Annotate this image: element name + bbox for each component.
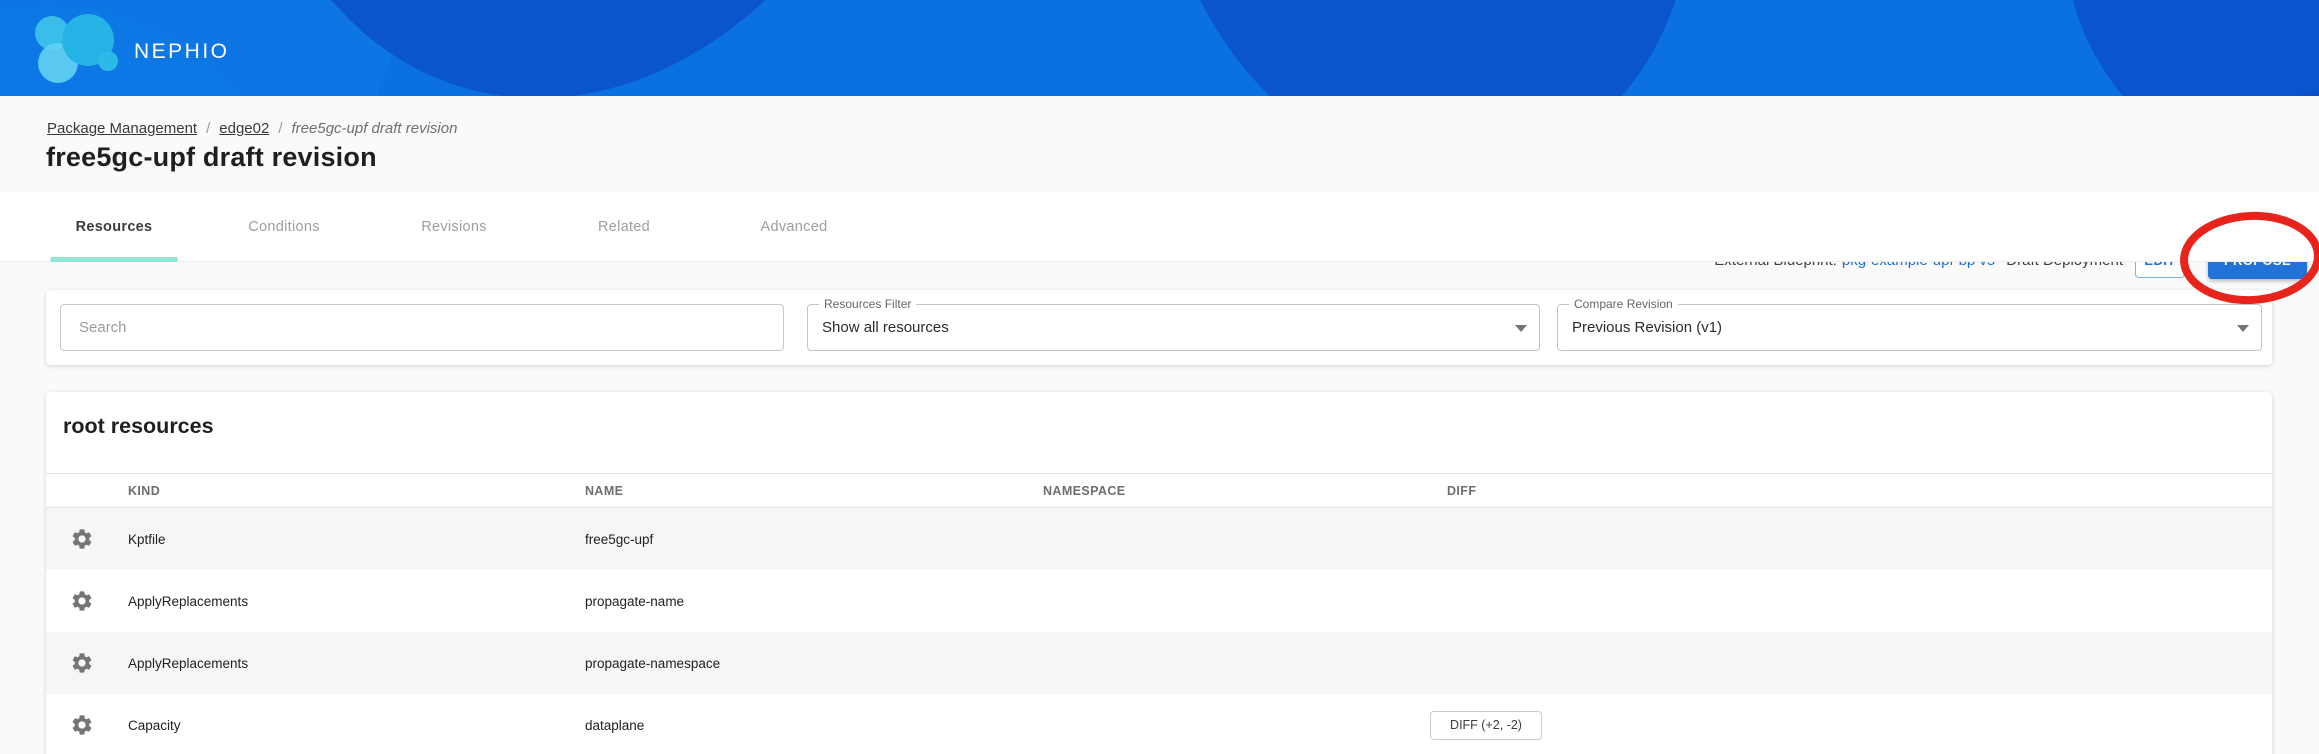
title-section: Package Management / edge02 / free5gc-upf dr… <box>0 96 2319 192</box>
tab-label: Conditions <box>248 219 320 235</box>
breadcrumb-current: free5gc-upf draft revision <box>292 120 458 137</box>
logo-bubbles-icon <box>35 14 118 83</box>
tab-resources[interactable]: Resources <box>29 192 199 262</box>
column-header-namespace: NAMESPACE <box>1043 484 1430 498</box>
resource-icon-cell <box>46 713 128 737</box>
compare-revision-label: Compare Revision <box>1569 297 1678 311</box>
resources-table-card: root resources KINDNAMENAMESPACEDIFF Kpt… <box>46 392 2272 754</box>
resources-filter-value: Show all resources <box>822 319 949 336</box>
nephio-logo[interactable]: NEPHIO <box>28 12 268 84</box>
app-header: NEPHIO <box>0 0 2319 96</box>
chevron-down-icon <box>1515 325 1527 332</box>
table-row[interactable]: Capacitydataplane DIFF (+2, -2) <box>46 694 2272 754</box>
breadcrumb-link[interactable]: Package Management <box>47 120 197 137</box>
gear-icon <box>70 651 94 675</box>
filter-card: Resources Filter Show all resources Comp… <box>46 290 2272 365</box>
chevron-down-icon <box>2237 325 2249 332</box>
tab-related[interactable]: Related <box>539 192 709 262</box>
table-title: root resources <box>63 414 214 439</box>
tab-label: Related <box>598 219 650 235</box>
column-header-kind: KIND <box>128 484 585 498</box>
diff-button[interactable]: DIFF (+2, -2) <box>1430 711 1542 740</box>
active-tab-indicator <box>51 257 178 262</box>
nephio-app: NEPHIO Package Management / edge02 / free5gc… <box>0 0 2319 754</box>
column-header-name: NAME <box>585 484 1043 498</box>
cell-name: propagate-name <box>585 594 1043 609</box>
cell-kind: ApplyReplacements <box>128 656 585 671</box>
cell-diff: DIFF (+2, -2) <box>1430 711 2272 740</box>
page-title: free5gc-upf draft revision <box>46 142 377 173</box>
tab-advanced[interactable]: Advanced <box>709 192 879 262</box>
header-art <box>0 0 2319 96</box>
tab-bar: Resources Conditions Revisions Related Advan… <box>0 192 2319 262</box>
table-row[interactable]: Kptfilefree5gc-upf <box>46 508 2272 570</box>
column-header-diff: DIFF <box>1430 484 2272 498</box>
tab-conditions[interactable]: Conditions <box>199 192 369 262</box>
tab-label: Advanced <box>761 219 828 235</box>
resources-filter-select[interactable]: Resources Filter Show all resources <box>807 304 1540 351</box>
gear-icon <box>70 713 94 737</box>
gear-icon <box>70 527 94 551</box>
table-row[interactable]: ApplyReplacementspropagate-namespace <box>46 632 2272 694</box>
resource-icon-cell <box>46 527 128 551</box>
tab-label: Resources <box>76 219 153 235</box>
search-input[interactable] <box>60 304 784 351</box>
compare-revision-value: Previous Revision (v1) <box>1572 319 1722 336</box>
resource-icon-cell <box>46 589 128 613</box>
breadcrumb-link[interactable]: edge02 <box>219 120 269 137</box>
tab-label: Revisions <box>421 219 487 235</box>
cell-name: free5gc-upf <box>585 532 1043 547</box>
cell-kind: Capacity <box>128 718 585 733</box>
table-header-row: KINDNAMENAMESPACEDIFF <box>46 473 2272 508</box>
table-row[interactable]: ApplyReplacementspropagate-name <box>46 570 2272 632</box>
cell-kind: ApplyReplacements <box>128 594 585 609</box>
resource-icon-cell <box>46 651 128 675</box>
logo-text: NEPHIO <box>134 40 230 63</box>
compare-revision-select[interactable]: Compare Revision Previous Revision (v1) <box>1557 304 2262 351</box>
tab-revisions[interactable]: Revisions <box>369 192 539 262</box>
gear-icon <box>70 589 94 613</box>
breadcrumb-separator: / <box>206 120 210 137</box>
cell-kind: Kptfile <box>128 532 585 547</box>
breadcrumb: Package Management / edge02 / free5gc-upf dr… <box>47 120 457 137</box>
breadcrumb-separator: / <box>278 120 282 137</box>
cell-name: dataplane <box>585 718 1043 733</box>
table-body: Kptfilefree5gc-upfApplyReplacementspropa… <box>46 508 2272 754</box>
resources-filter-label: Resources Filter <box>819 297 916 311</box>
cell-name: propagate-namespace <box>585 656 1043 671</box>
